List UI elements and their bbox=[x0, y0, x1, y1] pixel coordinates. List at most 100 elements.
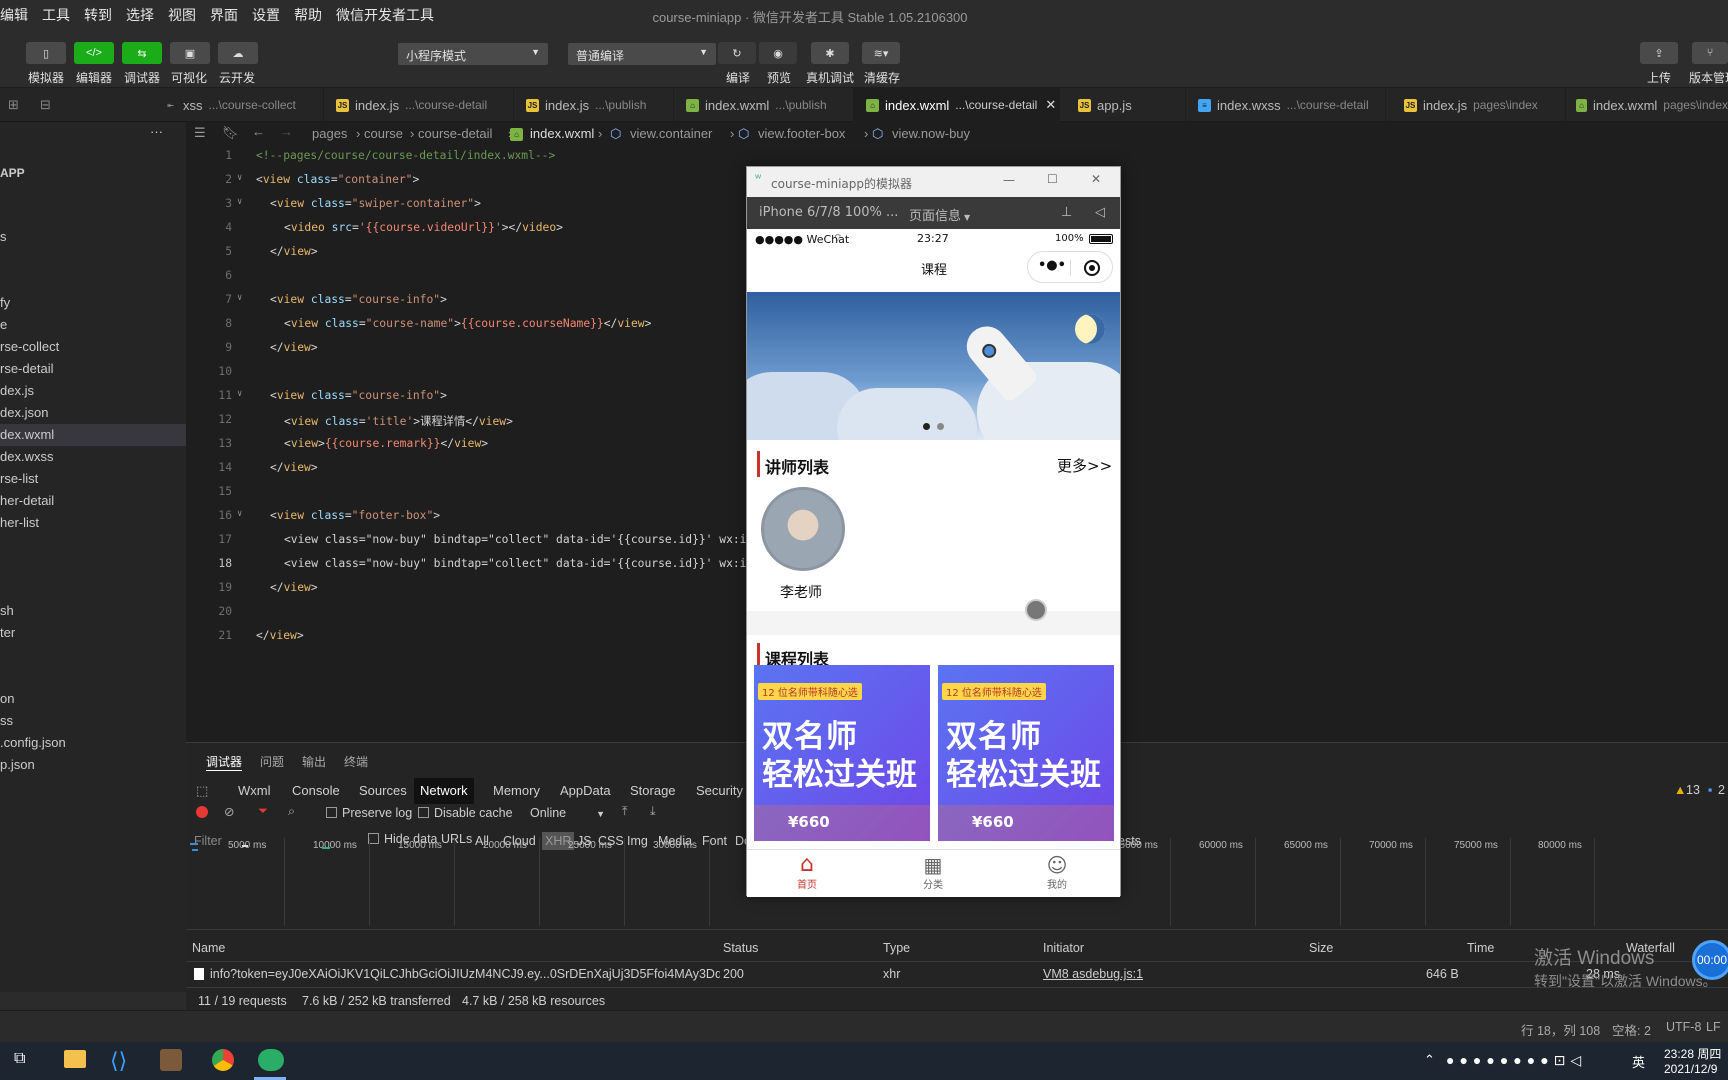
more-icon[interactable]: ··· bbox=[150, 124, 163, 139]
menu-goto[interactable]: 转到 bbox=[84, 5, 112, 25]
file-tree-item[interactable]: dex.wxss bbox=[0, 446, 186, 468]
minimize-icon[interactable]: — bbox=[1003, 173, 1015, 187]
version-button[interactable]: ⑂ bbox=[1692, 42, 1728, 64]
vscode-icon[interactable]: ⟨⟩ bbox=[110, 1048, 127, 1074]
tray-chevron-icon[interactable]: ⌃ bbox=[1424, 1052, 1435, 1068]
simulator-toggle-button[interactable]: ▯ bbox=[26, 42, 66, 64]
menu-tools[interactable]: 工具 bbox=[42, 5, 70, 25]
menu-interface[interactable]: 界面 bbox=[210, 5, 238, 25]
file-tree-item[interactable]: p.json bbox=[0, 754, 186, 776]
cloud-dev-button[interactable]: ☁ bbox=[218, 42, 258, 64]
menu-settings[interactable]: 设置 bbox=[252, 5, 280, 25]
devtab-appdata[interactable]: AppData bbox=[554, 778, 617, 804]
tab-category[interactable]: ▦ 分类 bbox=[913, 854, 953, 891]
mode-select[interactable]: 小程序模式 ▼ bbox=[398, 43, 548, 65]
tab-index-js-publish[interactable]: JS index.js ...\publish bbox=[514, 88, 674, 122]
col-time[interactable]: Time bbox=[1467, 941, 1494, 955]
list-icon[interactable]: ☰ bbox=[194, 125, 206, 141]
bookmark-icon[interactable]: 🔖︎ bbox=[222, 125, 239, 141]
file-tree-item[interactable]: ss bbox=[0, 710, 186, 732]
filter-input[interactable]: Filter bbox=[194, 834, 222, 848]
file-tree-item[interactable]: her-detail bbox=[0, 490, 186, 512]
tab-index-wxml-course-detail[interactable]: ⌂ index.wxml ...\course-detail ✕ bbox=[854, 88, 1060, 122]
info-count[interactable]: 2 bbox=[1718, 783, 1725, 797]
file-tree-item[interactable]: dex.wxml bbox=[0, 424, 186, 446]
import-har-icon[interactable]: ⤒ bbox=[622, 804, 628, 819]
file-tree-item[interactable]: rse-collect bbox=[0, 336, 186, 358]
chrome-icon[interactable] bbox=[212, 1049, 234, 1071]
file-tree-item[interactable]: her-list bbox=[0, 512, 186, 534]
col-type[interactable]: Type bbox=[883, 941, 910, 955]
col-status[interactable]: Status bbox=[723, 941, 758, 955]
tab-terminal[interactable]: 终端 bbox=[344, 753, 368, 770]
menu-help[interactable]: 帮助 bbox=[294, 5, 322, 25]
breadcrumb-pages[interactable]: pages bbox=[312, 126, 347, 141]
volume-icon[interactable]: ◁ bbox=[1095, 205, 1105, 220]
warning-count[interactable]: 13 bbox=[1686, 783, 1700, 797]
tab-index-wxml-pages-index[interactable]: ⌂ index.wxml pages\index bbox=[1566, 88, 1728, 122]
filter-icon[interactable]: ⏷ bbox=[258, 804, 268, 819]
teacher-avatar[interactable] bbox=[761, 487, 845, 571]
fold-icon[interactable]: ∨ bbox=[237, 173, 242, 183]
breadcrumb-view-footer-box[interactable]: view.footer-box bbox=[758, 126, 845, 141]
tab-home[interactable]: ⌂ 首页 bbox=[787, 854, 827, 892]
devtab-security[interactable]: Security bbox=[690, 778, 749, 804]
banner-swiper[interactable] bbox=[747, 292, 1120, 440]
page-info-button[interactable]: 页面信息 ▼ bbox=[909, 205, 970, 224]
close-miniapp-icon[interactable] bbox=[1084, 260, 1100, 276]
close-icon[interactable]: ✕ bbox=[1045, 97, 1056, 113]
file-tree-item[interactable]: .config.json bbox=[0, 732, 186, 754]
tab-app-js[interactable]: JS app.js bbox=[1060, 88, 1186, 122]
tab-index-js-pages-index[interactable]: JS index.js pages\index bbox=[1386, 88, 1566, 122]
visual-toggle-button[interactable]: ▣ bbox=[170, 42, 210, 64]
more-link[interactable]: 更多>> bbox=[1057, 455, 1112, 476]
close-icon[interactable]: ✕ bbox=[1091, 172, 1101, 186]
fold-icon[interactable]: ∨ bbox=[237, 389, 242, 399]
devtab-wxml[interactable]: Wxml bbox=[232, 778, 277, 804]
breadcrumb-course-detail[interactable]: course-detail bbox=[418, 126, 492, 141]
swiper-dot-active[interactable] bbox=[923, 423, 930, 430]
breadcrumb-view-now-buy[interactable]: view.now-buy bbox=[892, 126, 970, 141]
course-card[interactable]: 12 位名师带科随心选 双名师 轻松过关班 ¥660 bbox=[754, 665, 930, 841]
fold-icon[interactable]: ∨ bbox=[237, 197, 242, 207]
wechat-devtools-icon[interactable] bbox=[258, 1049, 284, 1071]
breadcrumb-course[interactable]: course bbox=[364, 126, 403, 141]
swiper-dot[interactable] bbox=[937, 423, 944, 430]
preview-button[interactable]: ◉ bbox=[759, 42, 797, 64]
throttle-select[interactable]: Online ▼ bbox=[530, 806, 605, 820]
device-select[interactable]: iPhone 6/7/8 100% ... bbox=[759, 205, 898, 220]
tab-mine[interactable]: ☺ 我的 bbox=[1037, 854, 1077, 891]
file-explorer-icon[interactable] bbox=[64, 1050, 86, 1068]
maximize-icon[interactable]: ☐ bbox=[1047, 172, 1058, 186]
app-icon[interactable] bbox=[160, 1049, 182, 1071]
pin-icon[interactable]: ⊥ bbox=[1061, 205, 1072, 220]
editor-toggle-button[interactable]: </> bbox=[74, 42, 114, 64]
preserve-log-checkbox[interactable]: Preserve log bbox=[326, 806, 412, 820]
fold-icon[interactable]: ∨ bbox=[237, 293, 242, 303]
forward-icon[interactable]: → bbox=[280, 124, 293, 139]
ime-indicator[interactable]: 英 bbox=[1632, 1052, 1645, 1071]
menu-devtools[interactable]: 微信开发者工具 bbox=[336, 5, 434, 25]
collapse-icon[interactable]: ⊟ bbox=[40, 97, 51, 113]
tab-index-js-course-detail[interactable]: JS index.js ...\course-detail bbox=[324, 88, 514, 122]
menu-select[interactable]: 选择 bbox=[126, 5, 154, 25]
file-tree-item[interactable]: s bbox=[0, 226, 186, 248]
file-tree-item[interactable]: fy bbox=[0, 292, 186, 314]
fold-icon[interactable]: ∨ bbox=[237, 509, 242, 519]
export-har-icon[interactable]: ⤓ bbox=[650, 804, 656, 819]
debugger-toggle-button[interactable]: ⇆ bbox=[122, 42, 162, 64]
real-debug-button[interactable]: ✱ bbox=[811, 42, 849, 64]
devtab-console[interactable]: Console bbox=[286, 778, 346, 804]
indent-setting[interactable]: 空格: 2 bbox=[1612, 1020, 1651, 1039]
search-icon[interactable]: ⌕ bbox=[288, 804, 295, 819]
file-tree-item[interactable]: rse-list bbox=[0, 468, 186, 490]
file-tree-item[interactable]: dex.js bbox=[0, 380, 186, 402]
upload-button[interactable]: ⇪ bbox=[1640, 42, 1678, 64]
devtab-network[interactable]: Network bbox=[414, 778, 474, 804]
request-initiator[interactable]: VM8 asdebug.js:1 bbox=[1043, 967, 1143, 981]
file-tree-item[interactable]: rse-detail bbox=[0, 358, 186, 380]
clock-time[interactable]: 23:28 周四 bbox=[1664, 1045, 1721, 1062]
tab-index-wxml-publish[interactable]: ⌂ index.wxml ...\publish bbox=[674, 88, 854, 122]
clear-cache-button[interactable]: ≋▾ bbox=[862, 42, 900, 64]
back-icon[interactable]: ← bbox=[252, 124, 265, 139]
